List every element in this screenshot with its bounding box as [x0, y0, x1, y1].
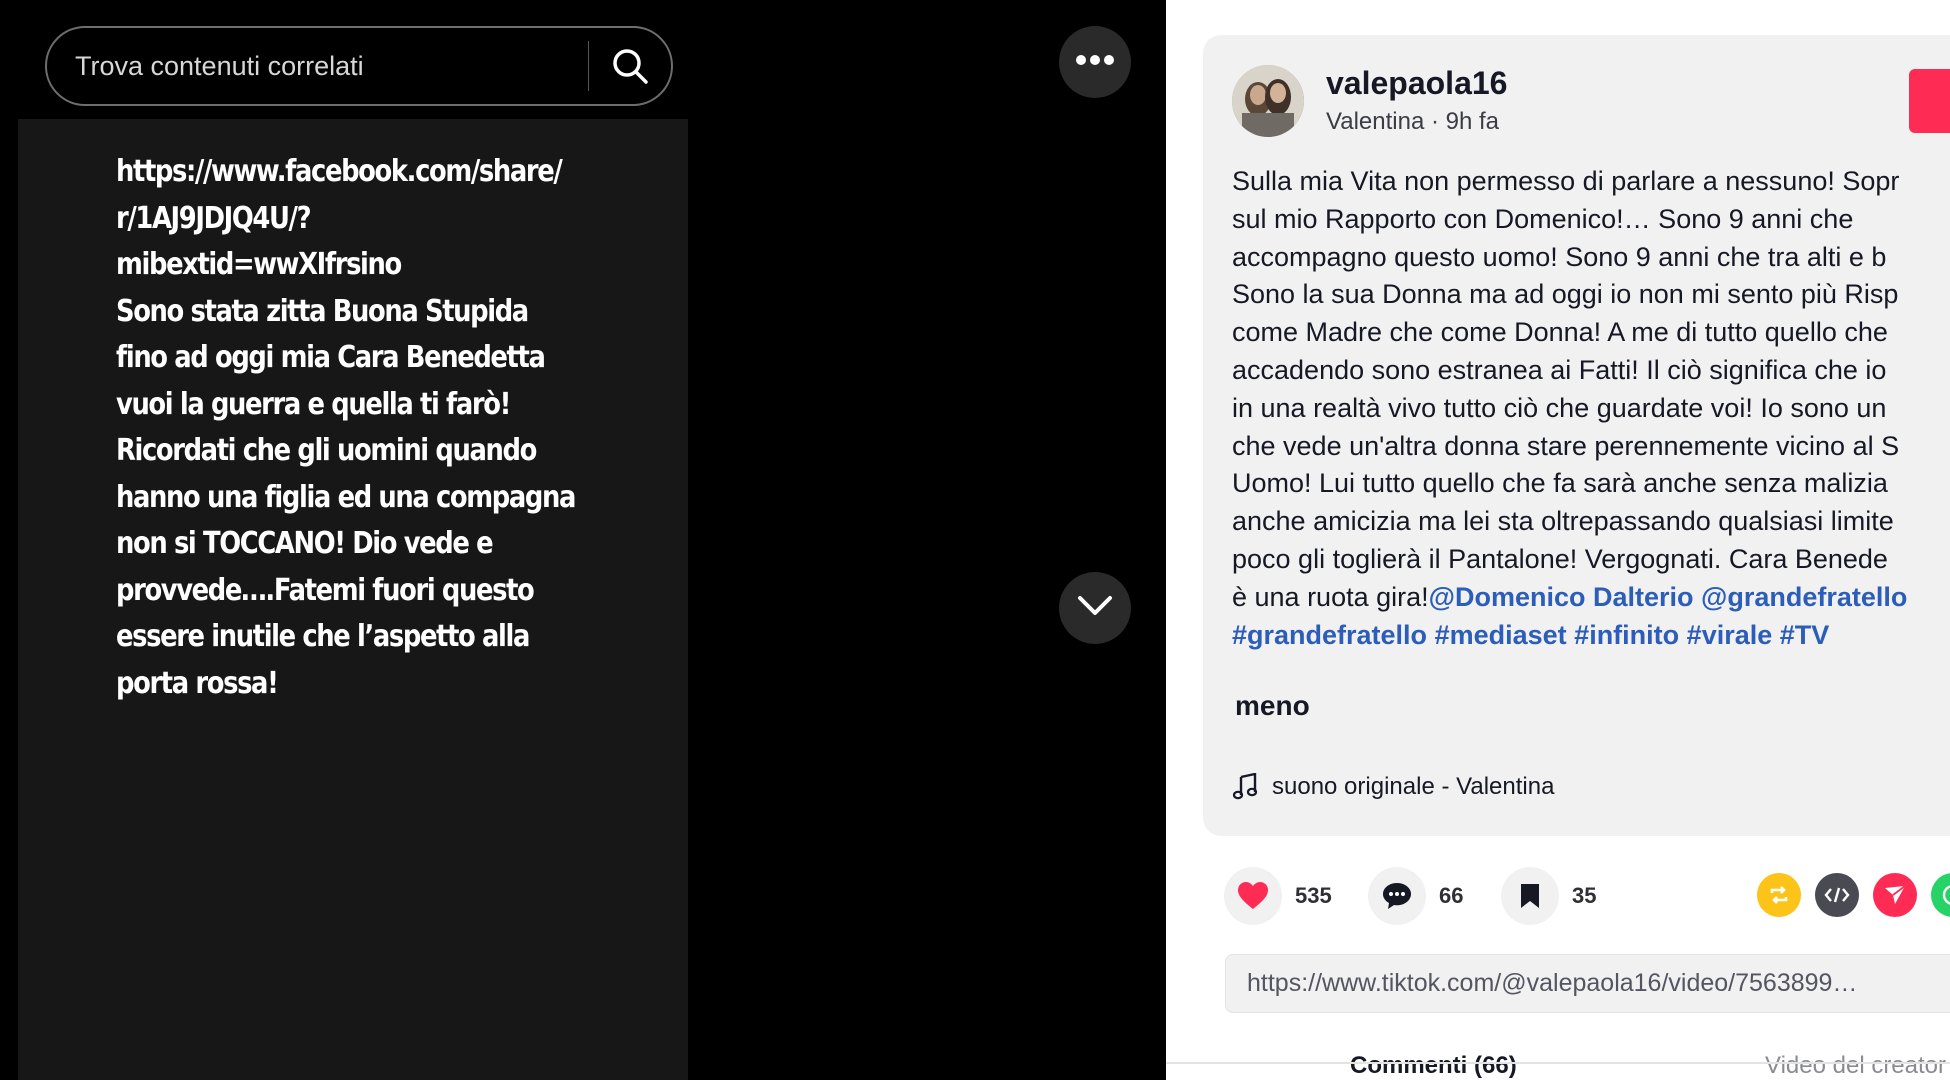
description-line: che vede un'altra donna stare perennemen… [1232, 430, 1900, 461]
caption-line: r/1AJ9JDJQ4U/? [116, 200, 312, 236]
video-frame: https://www.facebook.com/share/ r/1AJ9JD… [18, 119, 688, 1080]
post-time: 9h fa [1445, 108, 1500, 135]
action-bar: 535 66 35 [1224, 867, 1950, 925]
caption-line: Ricordati che gli uomini quando [116, 433, 537, 468]
search-input[interactable]: Trova contenuti correlati [75, 51, 588, 82]
search-icon[interactable] [589, 28, 671, 104]
description-line: in una realtà vivo tutto ciò che guardat… [1232, 392, 1887, 423]
description-line: come Madre che come Donna! A me di tutto… [1232, 317, 1888, 348]
show-less-button[interactable]: meno [1235, 690, 1310, 722]
caption-line: essere inutile che l’aspetto alla [116, 619, 530, 654]
send-icon[interactable] [1873, 873, 1917, 917]
save-count: 35 [1572, 883, 1597, 908]
description-line: è una ruota gira!@Domenico Dalterio @gra… [1232, 579, 1950, 617]
post-details-panel: valepaola16 Valentina · 9h fa Sulla mia … [1166, 0, 1950, 1080]
hashtag-line: #grandefratello #mediaset #infinito #vir… [1232, 617, 1950, 655]
hashtag-link[interactable]: #grandefratello [1232, 620, 1427, 650]
tab-creator-videos[interactable]: Video del creator [1765, 1052, 1946, 1080]
save-button[interactable]: 35 [1501, 867, 1596, 925]
more-options-icon [1075, 53, 1115, 71]
caption-line: non si TOCCANO! Dio vede e [116, 526, 494, 561]
repost-icon[interactable] [1757, 873, 1801, 917]
description-line: poco gli toglierà il Pantalone! Vergogna… [1232, 543, 1888, 574]
tab-comments[interactable]: Commenti (66) [1350, 1052, 1517, 1080]
description-text: è una ruota gira! [1232, 581, 1429, 612]
hashtag-link[interactable]: #mediaset [1435, 620, 1567, 650]
music-note-icon [1232, 772, 1258, 801]
hashtag-link[interactable]: #virale [1687, 620, 1773, 650]
video-url: https://www.tiktok.com/@valepaola16/vide… [1247, 969, 1858, 997]
comment-icon [1368, 867, 1426, 925]
video-player[interactable]: Trova contenuti correlati https://www.fa… [0, 0, 1166, 1080]
display-name: Valentina [1326, 108, 1425, 135]
caption-line: provvede….Fatemi fuori questo [116, 572, 535, 608]
related-search-bar[interactable]: Trova contenuti correlati [45, 26, 673, 106]
author-meta: Valentina · 9h fa [1326, 108, 1499, 136]
next-video-button[interactable] [1059, 572, 1131, 644]
caption-line: https://www.facebook.com/share/ [116, 154, 563, 189]
description-line: anche amicizia ma lei sta oltrepassando … [1232, 506, 1894, 537]
video-link-field[interactable]: https://www.tiktok.com/@valepaola16/vide… [1225, 954, 1950, 1013]
avatar[interactable] [1232, 65, 1304, 137]
caption-line: Sono stata zitta Buona Stupida [116, 293, 529, 329]
tabs-divider [1166, 1062, 1950, 1064]
music-title: suono originale - Valentina [1272, 773, 1555, 800]
video-caption-overlay: https://www.facebook.com/share/ r/1AJ9JD… [116, 149, 576, 707]
description-line: accompagno questo uomo! Sono 9 anni che … [1232, 241, 1887, 272]
like-button[interactable]: 535 [1224, 867, 1332, 925]
caption-line: fino ad oggi mia Cara Benedetta [116, 340, 546, 375]
description-line: sul mio Rapporto con Domenico!… Sono 9 a… [1232, 203, 1854, 234]
heart-icon [1224, 867, 1282, 925]
follow-button[interactable] [1909, 69, 1950, 133]
mention-link[interactable]: @Domenico Dalterio [1429, 582, 1694, 612]
caption-line: mibextid=wwXIfrsino [116, 247, 402, 282]
whatsapp-icon[interactable] [1931, 873, 1950, 917]
music-link[interactable]: suono originale - Valentina [1232, 772, 1555, 801]
comment-count: 66 [1439, 883, 1464, 908]
bookmark-icon [1501, 867, 1559, 925]
description-line: Uomo! Lui tutto quello che fa sarà anche… [1232, 468, 1888, 499]
meta-separator: · [1424, 108, 1446, 135]
description-line: Sono la sua Donna ma ad oggi io non mi s… [1232, 279, 1899, 310]
description-line: accadendo sono estranea ai Fatti! Il ciò… [1232, 354, 1887, 385]
caption-line: vuoi la guerra e quella ti farò! [116, 386, 511, 422]
username[interactable]: valepaola16 [1326, 65, 1507, 102]
like-count: 535 [1295, 883, 1332, 908]
mention-link[interactable]: @grandefratello [1701, 582, 1907, 612]
description-line: Sulla mia Vita non permesso di parlare a… [1232, 166, 1900, 196]
caption-line: hanno una figlia ed una compagna [116, 479, 576, 515]
chevron-down-icon [1077, 595, 1113, 622]
caption-line: porta rossa! [116, 665, 279, 701]
embed-icon[interactable] [1815, 873, 1859, 917]
post-card: valepaola16 Valentina · 9h fa Sulla mia … [1203, 35, 1950, 836]
comment-tabs: Commenti (66) Video del creator [1166, 1052, 1950, 1080]
comment-button[interactable]: 66 [1368, 867, 1463, 925]
hashtag-link[interactable]: #infinito [1574, 620, 1679, 650]
more-options-button[interactable] [1059, 26, 1131, 98]
post-description: Sulla mia Vita non permesso di parlare a… [1232, 163, 1950, 654]
hashtag-link[interactable]: #TV [1780, 620, 1830, 650]
